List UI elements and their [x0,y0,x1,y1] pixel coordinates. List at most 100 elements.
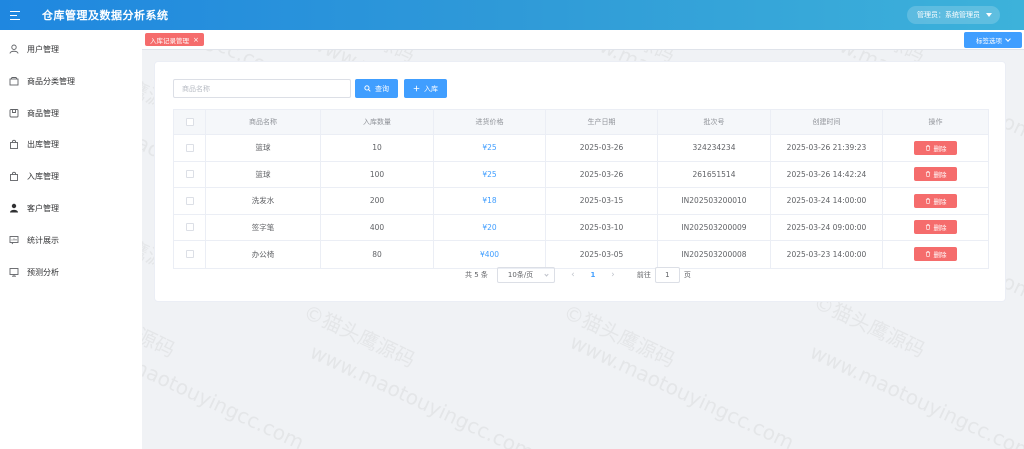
cell-price: ¥400 [434,241,546,268]
cell-price: ¥18 [434,188,546,214]
table-row: 篮球 10 ¥25 2025-03-26 324234234 2025-03-26 21:… [174,135,988,162]
cell-name: 签字笔 [206,214,321,240]
prev-page-icon[interactable]: ‹ [563,270,583,280]
cell-created: 2025-03-26 14:42:24 [771,161,883,187]
add-label: 入库 [424,84,438,93]
app-header: 仓库管理及数据分析系统 管理员：系统管理员 [0,0,1024,30]
tags-bar: 入库记录管理 × 标签选项 [142,30,1024,50]
row-select-cell [174,241,206,268]
sidebar-item-label: 统计展示 [27,235,59,245]
row-checkbox[interactable] [185,223,194,232]
table-row: 办公椅 80 ¥400 2025-03-05 IN202503200008 2025-03… [174,241,988,268]
sidebar-item-statistics[interactable]: 统计展示 [0,230,142,250]
cell-date: 2025-03-26 [546,135,658,161]
cell-batch: IN202503200009 [658,214,771,240]
table-header-row: 商品名称 入库数量 进货价格 生产日期 批次号 创建时间 操作 [174,110,988,135]
trash-icon [925,251,930,257]
delete-label: 删除 [933,144,947,153]
delete-button[interactable]: 删除 [914,193,957,208]
query-button[interactable]: 查询 [355,79,398,98]
sidebar-item-label: 商品管理 [27,108,59,118]
cell-name: 篮球 [206,161,321,187]
trash-icon [925,171,930,177]
page-number[interactable]: 1 [583,271,603,279]
sidebar-item-label: 出库管理 [27,139,59,149]
user-label: 管理员：系统管理员 [917,11,980,19]
delete-button[interactable]: 删除 [914,140,957,155]
sidebar-item-customers[interactable]: 客户管理 [0,198,142,218]
delete-button[interactable]: 删除 [914,247,957,262]
row-checkbox[interactable] [185,196,194,205]
query-label: 查询 [375,84,389,93]
trash-icon [925,224,930,230]
sidebar-item-products[interactable]: 商品管理 [0,103,142,123]
sidebar-item-label: 预测分析 [27,267,59,277]
page-size-select[interactable]: 10条/页 [496,267,555,283]
cell-price: ¥25 [434,161,546,187]
row-select-cell [174,161,206,187]
person-filled-icon [9,203,19,213]
sidebar-item-label: 入库管理 [27,171,59,181]
goto-page-input[interactable] [654,267,680,283]
trash-icon [925,198,930,204]
watermark-text: ©猫头鹰源码 [299,299,419,373]
watermark-text: www.maotouyingcc.com [806,339,1024,449]
cell-actions: 删除 [883,241,988,268]
select-all-cell [174,110,206,134]
row-checkbox[interactable] [185,170,194,179]
next-page-icon[interactable]: › [603,270,623,280]
cell-batch: 324234234 [658,135,771,161]
table-row: 洗发水 200 ¥18 2025-03-15 IN202503200010 2025-03… [174,188,988,215]
header-price: 进货价格 [434,110,546,134]
pagination: 共 5 条 10条/页 ‹ 1 › 前往 页 [465,267,691,283]
cell-date: 2025-03-10 [546,214,658,240]
row-checkbox[interactable] [185,143,194,152]
cell-price: ¥25 [434,135,546,161]
menu-toggle-icon[interactable] [10,10,20,20]
cell-qty: 80 [321,241,434,268]
header-created: 创建时间 [771,110,883,134]
sidebar-item-forecast[interactable]: 预测分析 [0,262,142,282]
page-size-value: 10条/页 [507,271,534,279]
folder-icon [9,76,19,86]
total-count: 共 5 条 [465,271,488,279]
table-row: 篮球 100 ¥25 2025-03-26 261651514 2025-03-26 14… [174,161,988,188]
row-select-cell [174,188,206,214]
watermark-text: www.maotouyingcc.com [566,329,798,449]
user-menu[interactable]: 管理员：系统管理员 [907,6,1000,24]
close-icon[interactable]: × [193,36,199,44]
header-batch: 批次号 [658,110,771,134]
goto-prefix: 前往 [636,271,651,279]
product-name-input[interactable] [173,79,351,98]
tag-inbound-records[interactable]: 入库记录管理 × [145,33,204,46]
plus-icon [413,85,420,92]
sidebar-item-label: 商品分类管理 [27,76,75,86]
sidebar-item-outbound[interactable]: 出库管理 [0,134,142,154]
add-inbound-button[interactable]: 入库 [404,79,447,98]
table-body: 篮球 10 ¥25 2025-03-26 324234234 2025-03-26 21:… [174,135,988,268]
delete-button[interactable]: 删除 [914,220,957,235]
delete-label: 删除 [933,197,947,206]
cell-batch: IN202503200008 [658,241,771,268]
chat-chart-icon [9,235,19,245]
row-checkbox[interactable] [185,250,194,259]
goto-suffix: 页 [683,271,691,279]
tag-options-button[interactable]: 标签选项 [964,32,1022,48]
cell-created: 2025-03-24 09:00:00 [771,214,883,240]
table-row: 签字笔 400 ¥20 2025-03-10 IN202503200009 2025-03… [174,214,988,241]
delete-button[interactable]: 删除 [914,167,957,182]
caret-down-icon [986,13,992,17]
bag-icon [9,171,19,181]
sidebar-item-categories[interactable]: 商品分类管理 [0,71,142,91]
select-all-checkbox[interactable] [185,118,194,126]
tag-options-label: 标签选项 [976,37,1002,45]
cell-price: ¥20 [434,214,546,240]
sidebar-item-inbound[interactable]: 入库管理 [0,166,142,186]
cell-batch: IN202503200010 [658,188,771,214]
sidebar-item-label: 客户管理 [27,203,59,213]
cell-qty: 10 [321,135,434,161]
sidebar-item-users[interactable]: 用户管理 [0,39,142,59]
cell-actions: 删除 [883,215,988,241]
cell-name: 洗发水 [206,188,321,214]
watermark-text: ©猫头鹰源码 [559,299,679,373]
